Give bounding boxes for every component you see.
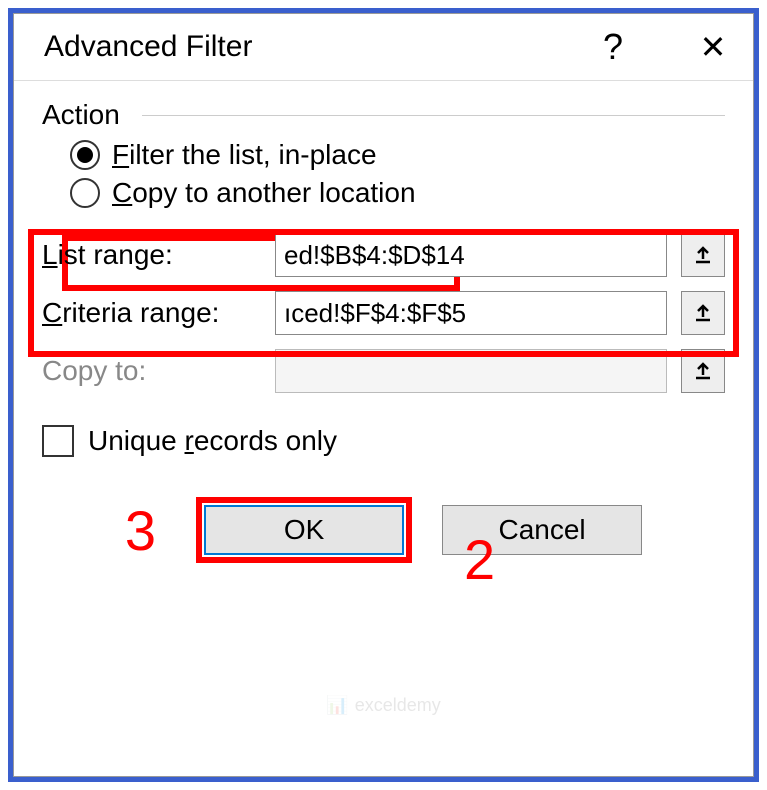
radio-copy-to-location-label: Copy to another location — [112, 177, 416, 209]
advanced-filter-dialog: Advanced Filter ? ✕ Action 1 Filter the … — [13, 13, 754, 777]
copy-to-collapse-button[interactable] — [681, 349, 725, 393]
radio-copy-to-location-control[interactable] — [70, 178, 100, 208]
radio-filter-in-place-label: Filter the list, in-place — [112, 139, 377, 171]
collapse-icon — [693, 245, 713, 265]
list-range-input[interactable] — [275, 233, 667, 277]
collapse-icon — [693, 303, 713, 323]
annotation-number-3: 3 — [125, 498, 156, 563]
criteria-range-input[interactable] — [275, 291, 667, 335]
ok-button[interactable]: OK — [204, 505, 404, 555]
unique-records-checkbox-row[interactable]: Unique records only — [42, 425, 725, 457]
list-range-label: List range: — [42, 239, 267, 271]
radio-copy-to-location[interactable]: Copy to another location — [70, 177, 725, 209]
action-group-label: Action — [42, 99, 725, 131]
titlebar: Advanced Filter ? ✕ — [14, 14, 753, 81]
copy-to-label: Copy to: — [42, 355, 267, 387]
radio-filter-in-place[interactable]: Filter the list, in-place — [70, 139, 725, 171]
criteria-range-label: Criteria range: — [42, 297, 267, 329]
radio-filter-in-place-control[interactable] — [70, 140, 100, 170]
list-range-collapse-button[interactable] — [681, 233, 725, 277]
watermark: 📊 exceldemy — [326, 695, 440, 716]
copy-to-input — [275, 349, 667, 393]
close-button[interactable]: ✕ — [693, 28, 733, 66]
unique-records-checkbox[interactable] — [42, 425, 74, 457]
criteria-range-collapse-button[interactable] — [681, 291, 725, 335]
unique-records-label: Unique records only — [88, 425, 337, 457]
annotation-highlight-3: OK — [196, 497, 412, 563]
help-button[interactable]: ? — [593, 26, 633, 68]
chart-icon: 📊 — [326, 695, 348, 716]
collapse-icon — [693, 361, 713, 381]
dialog-title: Advanced Filter — [44, 30, 593, 64]
annotation-number-2: 2 — [464, 527, 495, 592]
